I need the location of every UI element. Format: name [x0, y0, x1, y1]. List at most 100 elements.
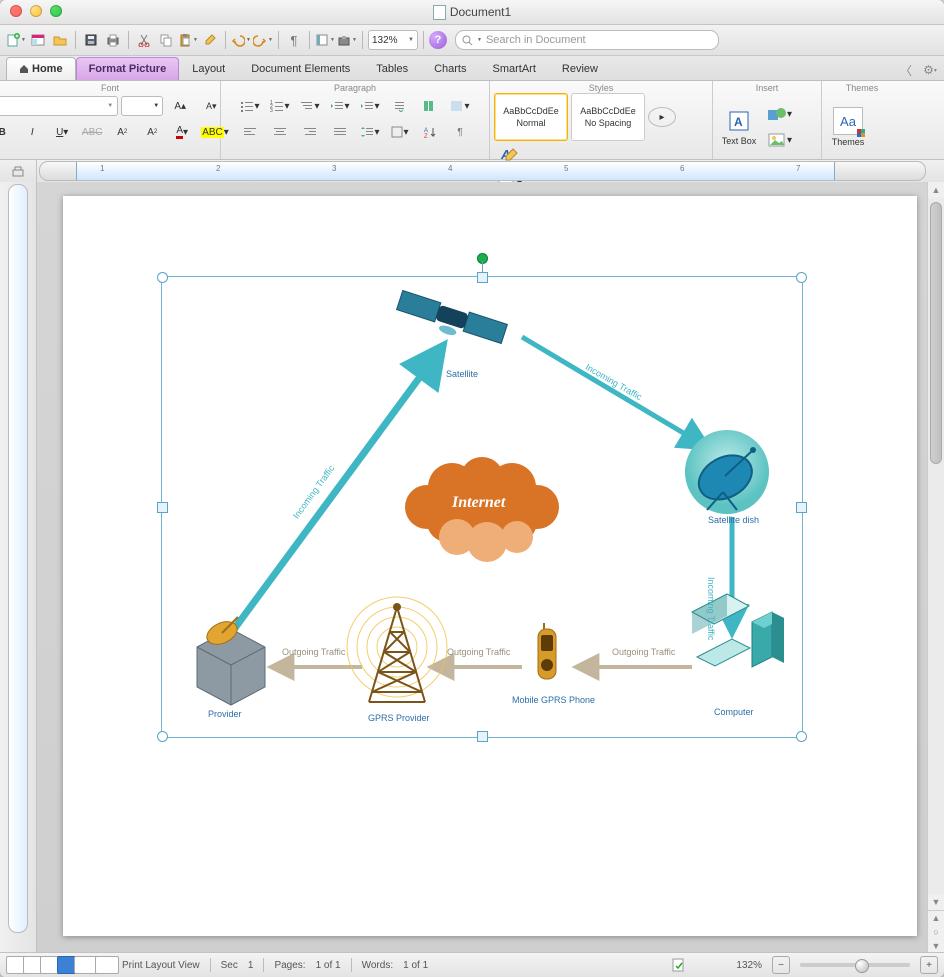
align-left-button[interactable] [236, 121, 264, 143]
new-document-button[interactable]: ▼ [6, 30, 26, 50]
window-controls [10, 5, 62, 17]
line-spacing-button[interactable]: ▾ [356, 121, 384, 143]
zoom-in-button[interactable]: + [920, 956, 938, 974]
paste-button[interactable]: ▼ [178, 30, 198, 50]
tab-home-label: Home [32, 63, 63, 75]
tab-review[interactable]: Review [549, 57, 611, 80]
underline-button[interactable]: U▾ [48, 121, 76, 143]
next-page-button[interactable]: ▼ [928, 939, 944, 953]
textbox-label: Text Box [722, 136, 757, 146]
label-satellite: Satellite [446, 369, 478, 379]
cut-button[interactable] [134, 30, 154, 50]
minimize-window-button[interactable] [30, 5, 42, 17]
search-field[interactable]: ▼ Search in Document [455, 30, 719, 50]
sort-button[interactable]: AZ [416, 121, 444, 143]
scroll-track[interactable] [928, 198, 944, 894]
numbering-button[interactable]: 123▾ [266, 95, 294, 117]
group-styles: Styles AaBbCcDdEe Normal AaBbCcDdEe No S… [490, 81, 713, 159]
close-window-button[interactable] [10, 5, 22, 17]
scroll-up-button[interactable]: ▲ [928, 182, 944, 198]
columns-indicator-button[interactable] [416, 95, 444, 117]
view-name: Print Layout View [122, 960, 200, 971]
scroll-thumb[interactable] [930, 202, 942, 464]
tab-format-picture[interactable]: Format Picture [76, 57, 180, 80]
collapse-ribbon-button[interactable]: 〈 [896, 60, 916, 80]
bullets-button[interactable]: ▾ [236, 95, 264, 117]
prev-page-button[interactable]: ▲ [928, 910, 944, 925]
style-nospacing-label: No Spacing [572, 118, 644, 128]
shapes-button[interactable]: ▾ [764, 103, 795, 125]
style-no-spacing[interactable]: AaBbCcDdEe No Spacing [571, 93, 645, 141]
scroll-down-button[interactable]: ▼ [928, 894, 944, 910]
align-justify-button[interactable] [326, 121, 354, 143]
horizontal-ruler[interactable]: 1 2 3 4 5 6 7 [39, 161, 926, 181]
grow-font-button[interactable]: A▴ [166, 95, 194, 117]
redo-button[interactable]: ▼ [253, 30, 273, 50]
save-button[interactable] [81, 30, 101, 50]
templates-button[interactable] [28, 30, 48, 50]
tab-smartart[interactable]: SmartArt [479, 57, 548, 80]
font-family-combo[interactable]: ▼ [0, 96, 118, 116]
picture-button[interactable]: ▾ [764, 129, 795, 151]
italic-button[interactable]: I [18, 121, 46, 143]
svg-text:Z: Z [424, 134, 428, 138]
page[interactable]: Satellite Satellite dish Computer Mobile… [63, 196, 917, 936]
group-font: Font ▼ ▼ A▴ A▾ B I U▾ ABC A2 A2 A▾ ABC▾ [0, 81, 221, 159]
status-sec-label: Sec [221, 960, 238, 971]
undo-button[interactable]: ▼ [231, 30, 251, 50]
styles-gallery-expand-button[interactable]: ▸ [648, 107, 676, 127]
borders-button[interactable]: ▾ [386, 121, 414, 143]
font-color-button[interactable]: A▾ [168, 121, 196, 143]
tab-charts[interactable]: Charts [421, 57, 479, 80]
copy-button[interactable] [156, 30, 176, 50]
spellcheck-icon[interactable] [672, 958, 686, 972]
app-window: Document1 ▼ ▼ ▼ ▼ ¶ ▼ ▼ 132%▼ ? ▼ Search… [0, 0, 944, 977]
decrease-indent-button[interactable]: ▾ [326, 95, 354, 117]
subscript-button[interactable]: A2 [108, 121, 136, 143]
text-direction-button[interactable] [386, 95, 414, 117]
font-size-combo[interactable]: ▼ [121, 96, 163, 116]
view-fullscreen-button[interactable] [95, 956, 119, 974]
zoom-window-button[interactable] [50, 5, 62, 17]
style-preview: AaBbCcDdEe [495, 106, 567, 116]
format-painter-button[interactable] [200, 30, 220, 50]
align-right-button[interactable] [296, 121, 324, 143]
open-button[interactable] [50, 30, 70, 50]
vertical-scrollbar[interactable]: ▲ ▼ ▲ ○ ▼ [927, 182, 944, 953]
zoom-slider[interactable] [800, 963, 910, 967]
tab-tables[interactable]: Tables [363, 57, 421, 80]
browse-object-button[interactable]: ○ [928, 925, 944, 939]
sidebar-toggle-button[interactable]: ▼ [315, 30, 335, 50]
show-formatting-button[interactable]: ¶ [284, 30, 304, 50]
help-button[interactable]: ? [429, 31, 447, 49]
zoom-combo[interactable]: 132%▼ [368, 30, 418, 50]
style-normal[interactable]: AaBbCcDdEe Normal [494, 93, 568, 141]
strikethrough-button[interactable]: ABC [78, 121, 106, 143]
tab-document-elements[interactable]: Document Elements [238, 57, 363, 80]
ribbon-settings-button[interactable]: ⚙▾ [920, 60, 940, 80]
ruler-corner-button[interactable] [0, 160, 37, 182]
shading-button[interactable]: ▾ [446, 95, 474, 117]
zoom-out-button[interactable]: − [772, 956, 790, 974]
text-box-button[interactable]: A Text Box [717, 99, 761, 155]
titlebar: Document1 [0, 0, 944, 25]
show-paragraph-button[interactable]: ¶ [446, 121, 474, 143]
document-scroll[interactable]: Satellite Satellite dish Computer Mobile… [37, 182, 927, 953]
picture-selection-frame[interactable]: Satellite Satellite dish Computer Mobile… [161, 276, 803, 738]
tab-layout[interactable]: Layout [179, 57, 238, 80]
themes-label: Themes [832, 137, 865, 147]
print-button[interactable] [103, 30, 123, 50]
vertical-ruler[interactable] [0, 182, 37, 953]
superscript-button[interactable]: A2 [138, 121, 166, 143]
multilevel-list-button[interactable]: ▾ [296, 95, 324, 117]
increase-indent-button[interactable]: ▾ [356, 95, 384, 117]
status-bar: Print Layout View Sec 1 Pages: 1 of 1 Wo… [0, 952, 944, 977]
label-provider: Provider [208, 709, 242, 719]
bold-button[interactable]: B [0, 121, 16, 143]
toolbox-button[interactable]: ▼ [337, 30, 357, 50]
status-zoom-value: 132% [736, 960, 762, 971]
themes-button[interactable]: Aa Themes [826, 99, 870, 155]
align-center-button[interactable] [266, 121, 294, 143]
tab-home[interactable]: Home [6, 57, 76, 80]
zoom-slider-knob[interactable] [855, 959, 869, 973]
